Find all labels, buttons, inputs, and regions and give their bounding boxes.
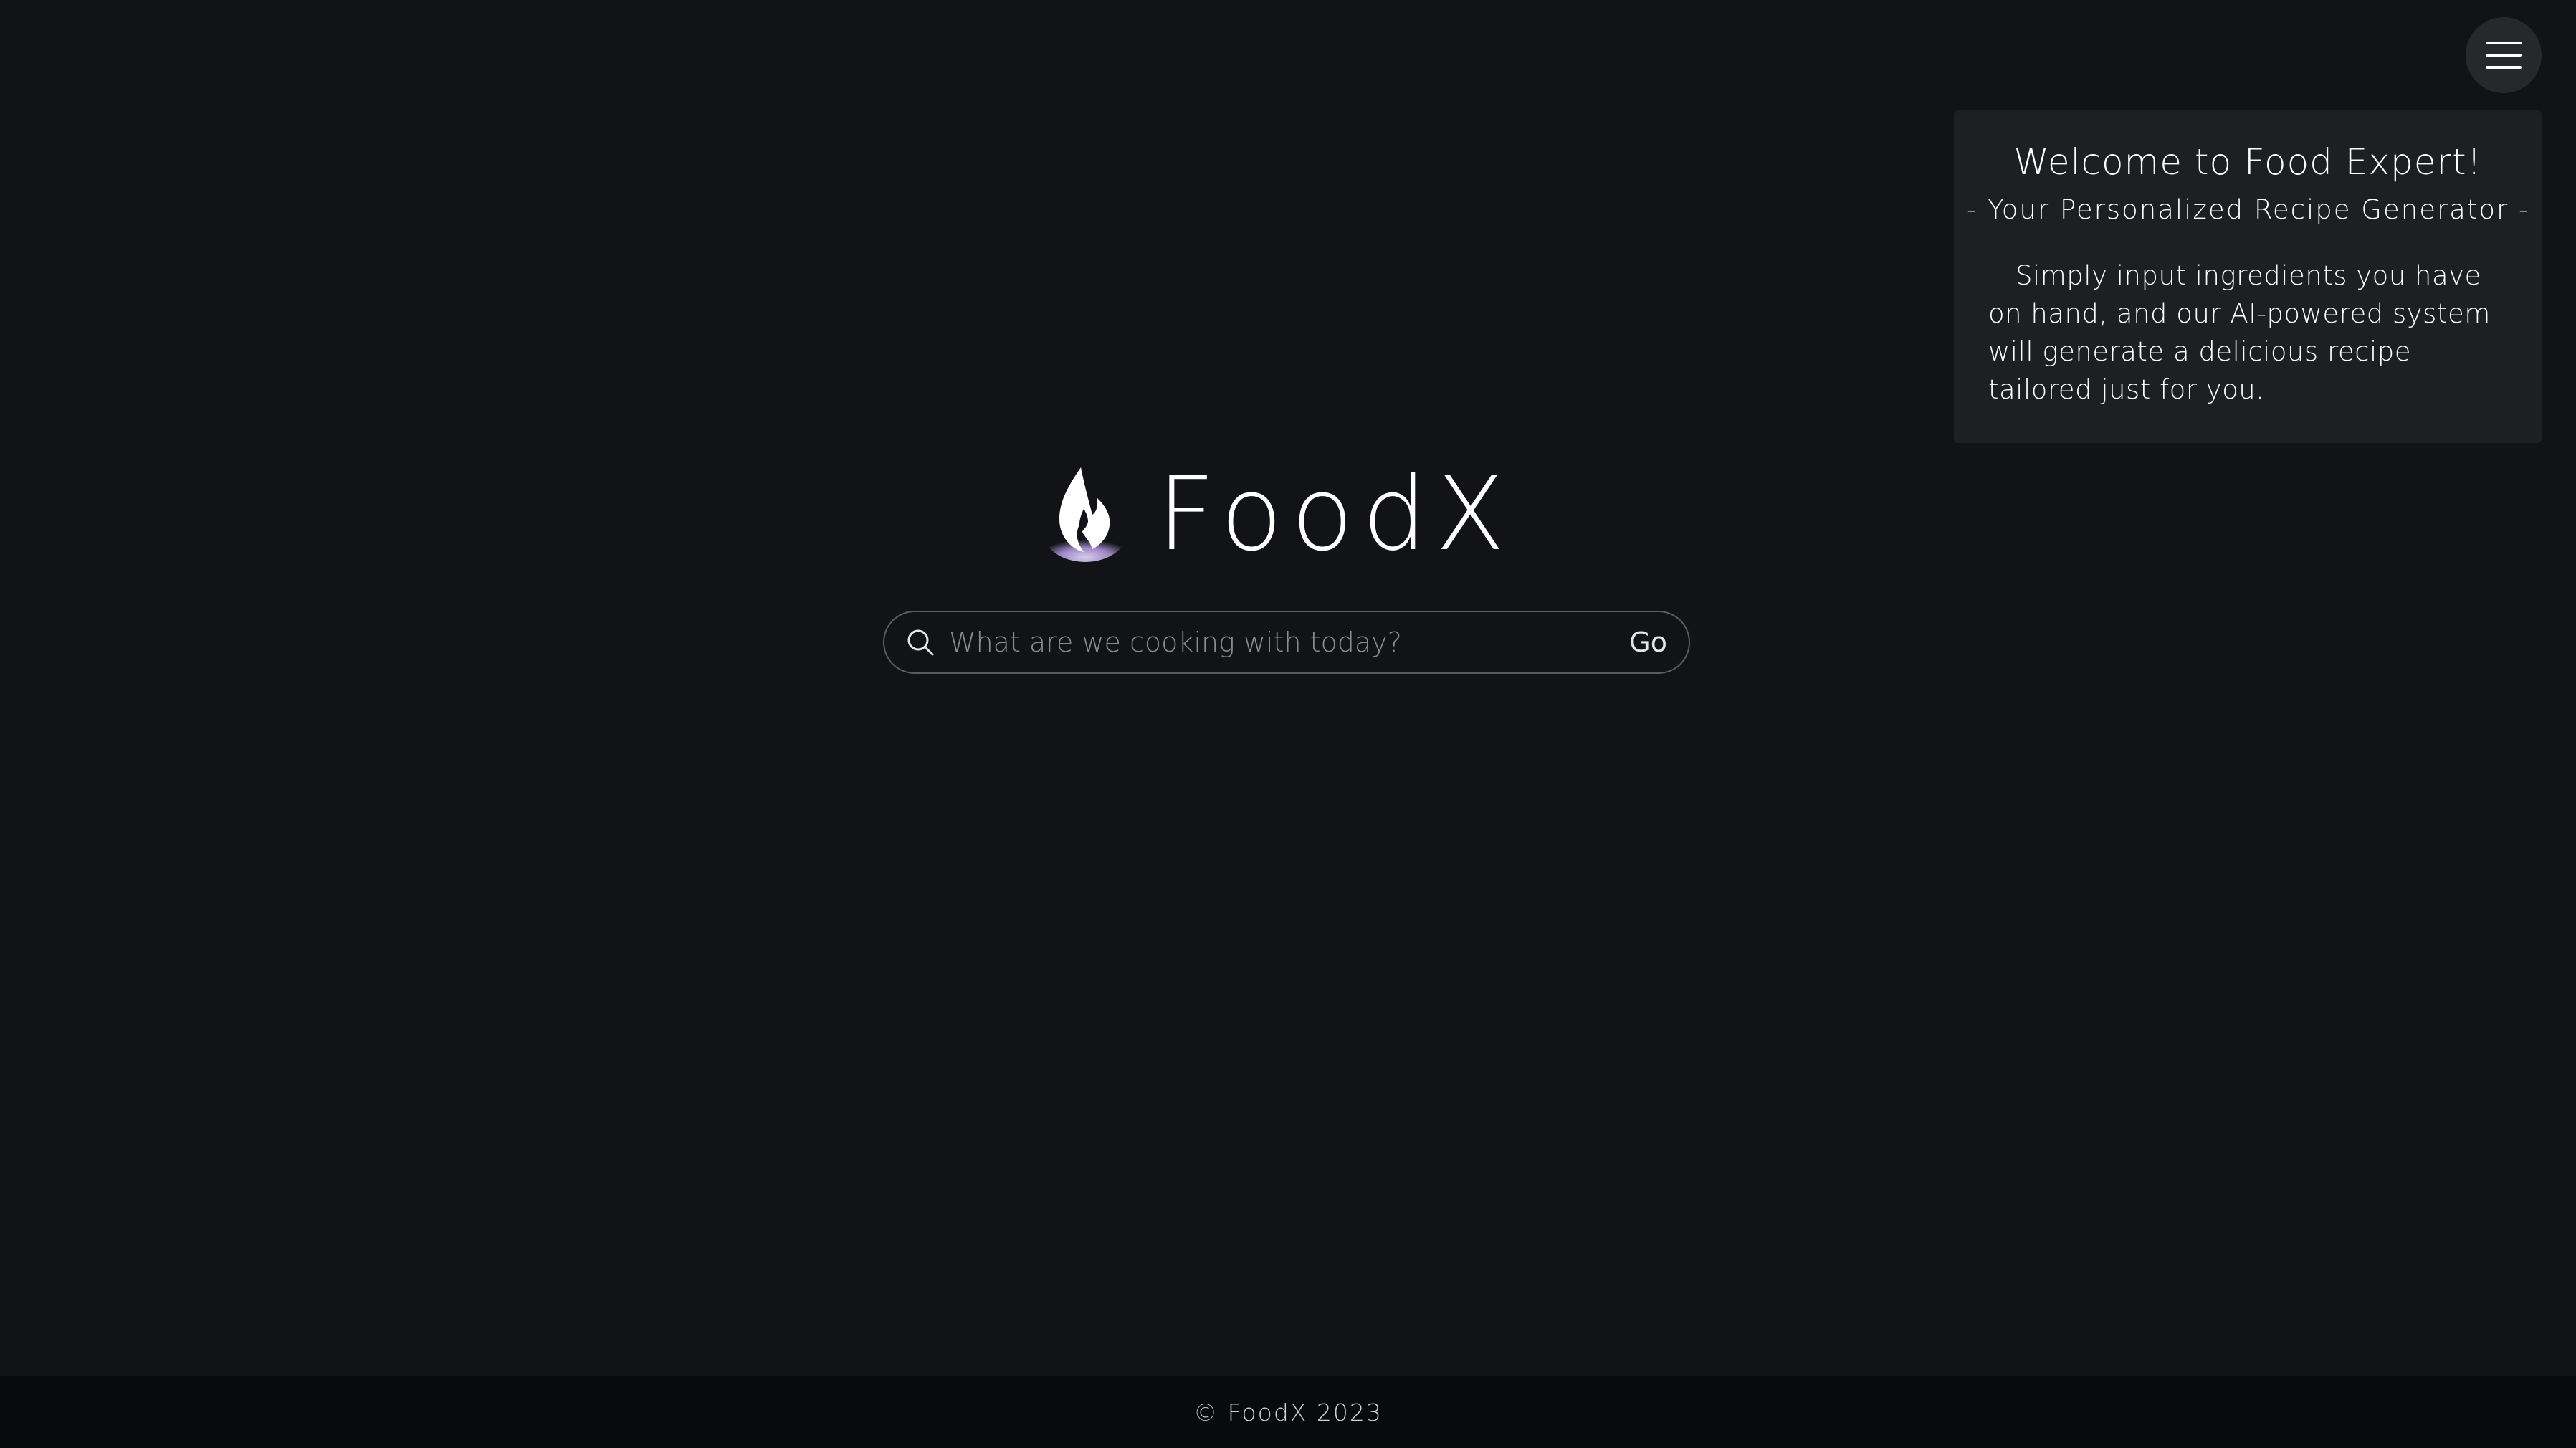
hamburger-menu-icon (2486, 42, 2522, 69)
page: Welcome to Food Expert! - Your Personali… (0, 0, 2576, 1448)
welcome-title: Welcome to Food Expert! (2013, 141, 2482, 183)
search-input[interactable] (949, 621, 1630, 664)
brand-logo[interactable]: FoodX (1039, 463, 1514, 566)
welcome-card: Welcome to Food Expert! - Your Personali… (1954, 110, 2542, 443)
welcome-description: Simply input ingredients you have on han… (1988, 260, 2491, 405)
footer-copyright: © FoodX 2023 (1193, 1398, 1383, 1426)
menu-button[interactable] (2466, 17, 2542, 93)
search-bar: Go (883, 611, 1690, 674)
go-button[interactable]: Go (1629, 627, 1667, 658)
brand-name: FoodX (1157, 455, 1514, 573)
flame-logo-icon (1042, 467, 1128, 562)
search-icon (907, 629, 934, 656)
welcome-subtitle: - Your Personalized Recipe Generator - (1967, 194, 2530, 225)
footer: © FoodX 2023 (0, 1376, 2576, 1448)
